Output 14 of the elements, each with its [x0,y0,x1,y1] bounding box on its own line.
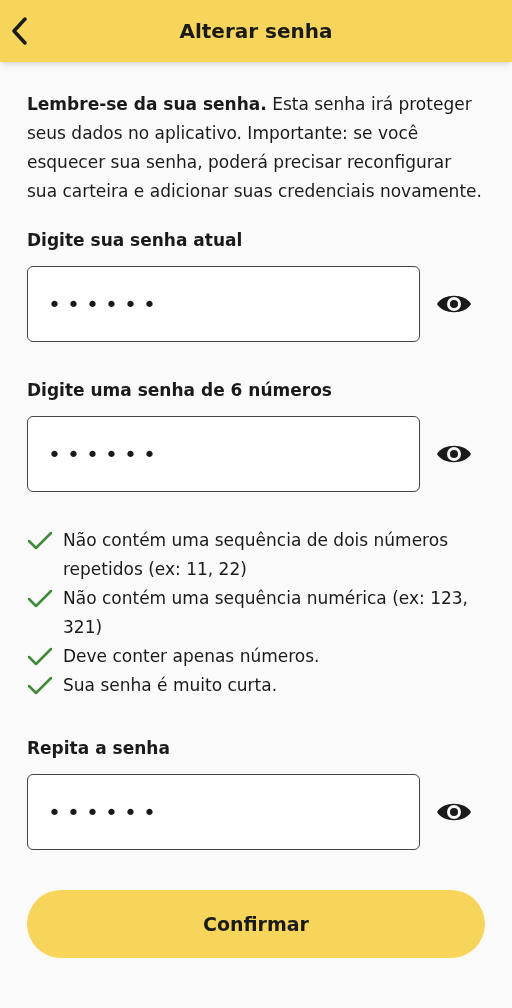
password-field[interactable]: •••••• [27,266,420,342]
rule-text: Não contém uma sequência numérica (ex: 123, 321) [63,587,469,639]
confirm-button[interactable]: Confirmar [27,890,485,958]
back-icon[interactable] [10,16,28,46]
rule-text: Deve conter apenas números. [63,645,320,668]
password-field[interactable]: •••••• [27,416,420,492]
field-label: Repita a senha [27,737,171,760]
intro-text: Lembre-se da sua senha. Esta senha irá proteger seus dados no aplicativo. Importante: se você esquecer sua senha, poderá precisar reconfigurar sua carteira e adicionar suas credenciais novamente. [27,93,483,203]
field-label: Digite uma senha de 6 números [27,379,333,402]
page-title: Alterar senha [179,18,333,45]
rule-text: Sua senha é muito curta. [63,674,278,697]
rule-text: Não contém uma sequência de dois números repetidos (ex: 11, 22) [63,529,449,581]
password-field[interactable]: •••••• [27,774,420,850]
field-label: Digite sua senha atual [27,229,244,252]
